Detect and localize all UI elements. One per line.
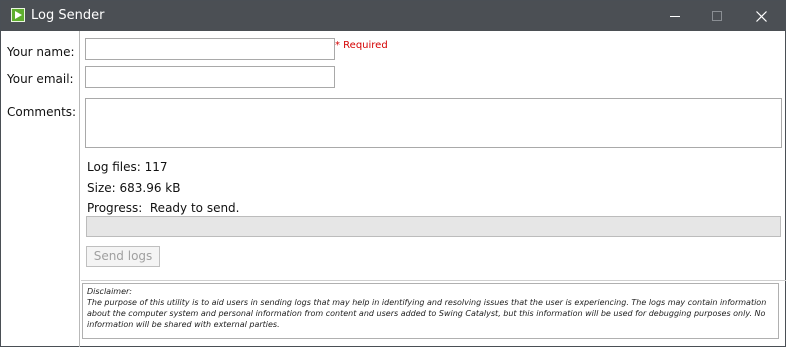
disclaimer-box: Disclaimer: The purpose of this utility … (82, 283, 779, 339)
send-logs-button[interactable]: Send logs (86, 246, 160, 267)
email-label: Your email: (7, 72, 74, 86)
minimize-icon (670, 16, 680, 17)
play-icon (11, 8, 25, 22)
maximize-icon (712, 11, 722, 21)
log-files-count: Log files: 117 (87, 160, 168, 174)
disclaimer-heading: Disclaimer: (87, 287, 132, 296)
comments-field[interactable] (85, 98, 782, 148)
disclaimer-text: The purpose of this utility is to aid us… (87, 298, 767, 329)
close-icon (755, 10, 767, 22)
name-field[interactable] (85, 38, 335, 60)
maximize-button[interactable] (695, 1, 739, 31)
log-size: Size: 683.96 kB (87, 181, 181, 195)
window-title: Log Sender (31, 8, 105, 23)
progress-bar (86, 216, 781, 237)
minimize-button[interactable] (653, 1, 697, 31)
name-label: Your name: (7, 45, 75, 59)
required-note: * Required (335, 40, 388, 51)
progress-status: Progress: Ready to send. (87, 201, 240, 215)
divider (81, 280, 786, 281)
title-bar[interactable]: Log Sender (1, 1, 785, 31)
email-field[interactable] (85, 66, 335, 88)
close-button[interactable] (739, 1, 783, 31)
log-sender-window: Log Sender Your name: * Required Your em… (0, 0, 786, 347)
comments-label: Comments: (7, 105, 77, 119)
